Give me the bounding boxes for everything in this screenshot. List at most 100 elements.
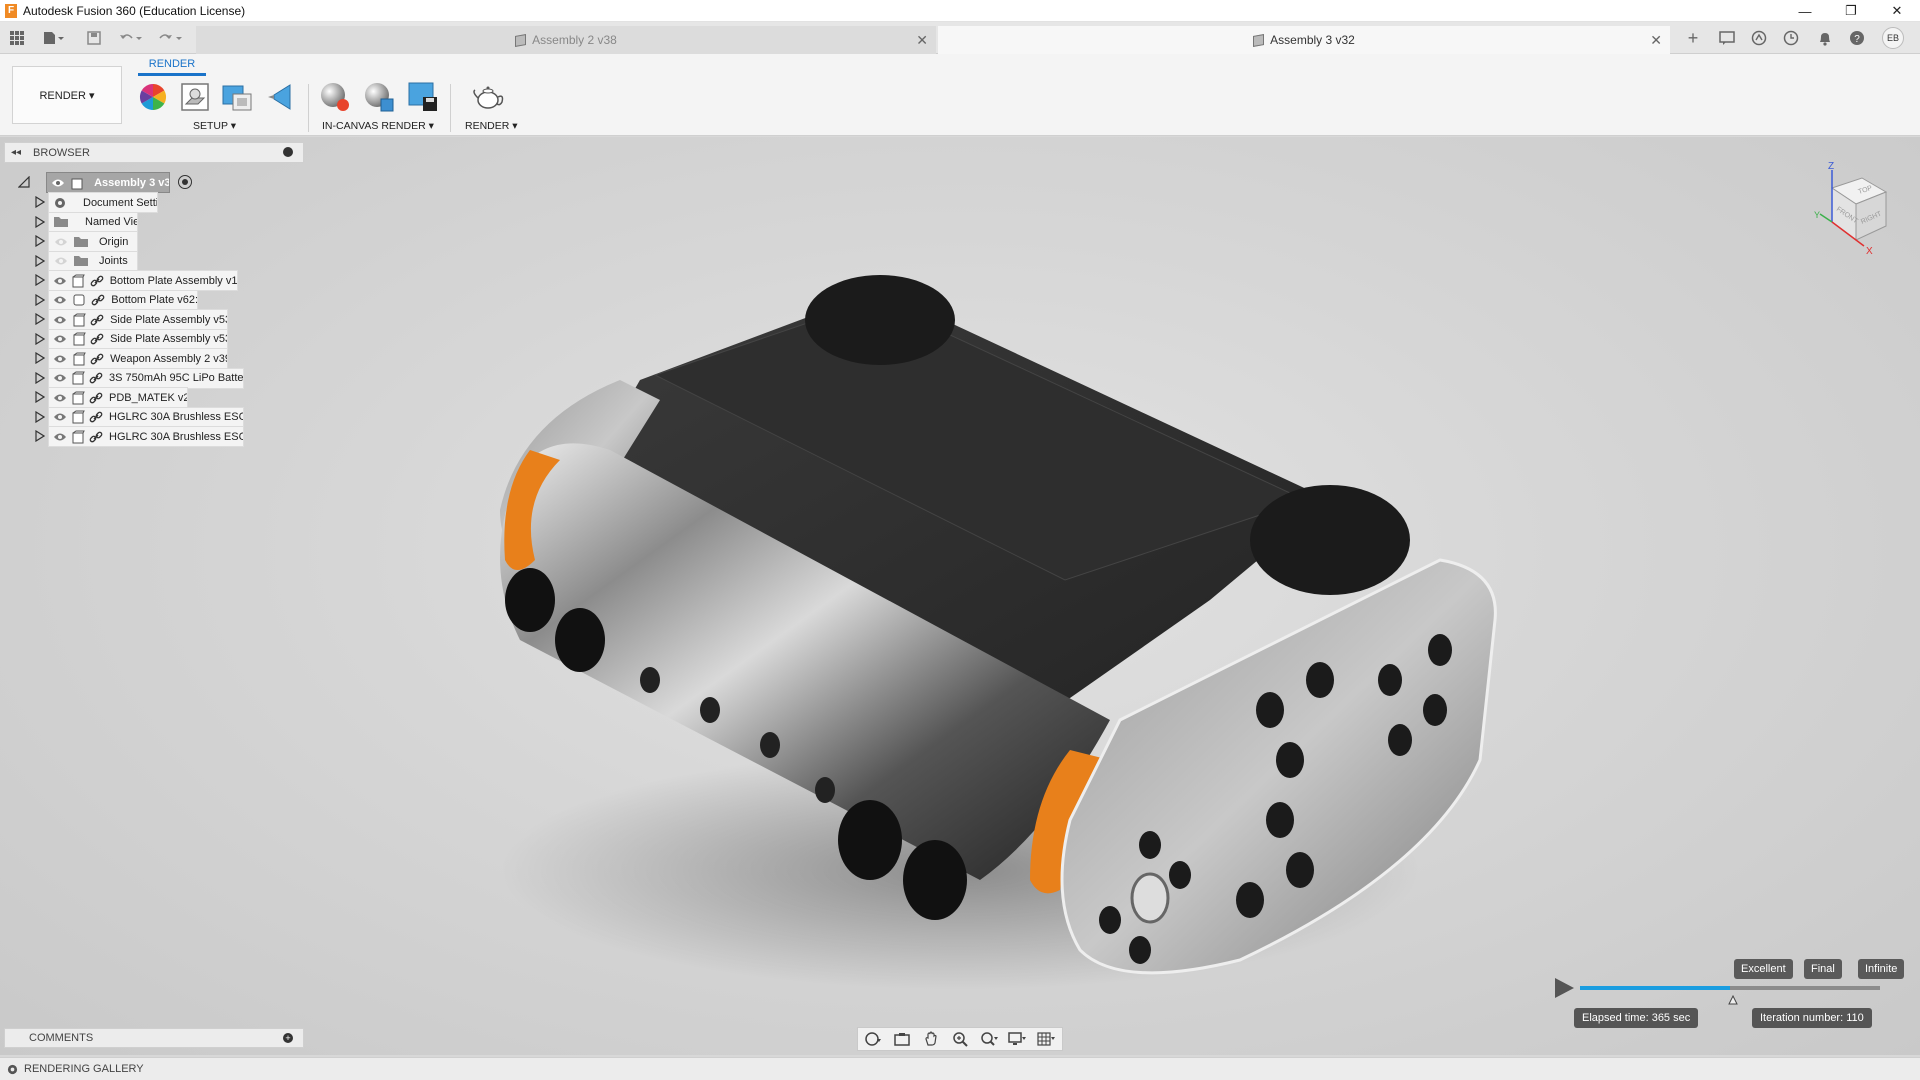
visibility-eye-icon[interactable] <box>53 370 67 386</box>
notifications-bell-icon[interactable] <box>1814 27 1836 49</box>
root-component-chip[interactable]: Assembly 3 v32 <box>46 172 170 193</box>
visibility-eye-icon[interactable] <box>53 312 67 328</box>
viewcube[interactable]: TOP FRONT RIGHT Z Y X <box>1804 158 1896 258</box>
quality-excellent-button[interactable]: Excellent <box>1734 959 1793 979</box>
visibility-eye-icon[interactable] <box>53 331 67 347</box>
render-teapot-icon[interactable] <box>472 80 506 114</box>
browser-node-chip[interactable]: Joints <box>48 250 138 272</box>
redo-icon[interactable] <box>156 27 186 49</box>
browser-pin-icon[interactable] <box>283 147 293 157</box>
tab-assembly-2[interactable]: Assembly 2 v38 ✕ <box>196 26 936 54</box>
render-progress-bar[interactable] <box>1580 986 1880 1005</box>
workspace-switcher-button[interactable]: RENDER ▾ <box>12 66 122 124</box>
browser-item-label: Bottom Plate v62:2 <box>111 294 197 306</box>
close-tab-icon[interactable]: ✕ <box>1650 32 1662 49</box>
expand-triangle-icon[interactable] <box>34 429 46 443</box>
grid-icon[interactable] <box>1037 1030 1057 1048</box>
data-panel-grid-icon[interactable] <box>6 27 28 49</box>
activate-radio-icon[interactable] <box>178 175 192 189</box>
save-icon[interactable] <box>84 27 104 49</box>
collapse-triangle-icon[interactable] <box>18 175 30 189</box>
setup-group-label[interactable]: SETUP ▾ <box>193 120 236 132</box>
decal-icon[interactable] <box>264 80 298 114</box>
expand-triangle-icon[interactable] <box>34 293 46 307</box>
tab-assembly-3[interactable]: Assembly 3 v32 ✕ <box>938 26 1670 54</box>
expand-triangle-icon[interactable] <box>34 351 46 365</box>
in-canvas-settings-icon[interactable] <box>362 80 396 114</box>
expand-triangle-icon[interactable] <box>34 371 46 385</box>
visibility-eye-icon[interactable] <box>51 175 66 191</box>
browser-node-chip[interactable]: Bottom Plate Assembly v14:1 <box>48 270 238 291</box>
quality-infinite-button[interactable]: Infinite <box>1858 959 1905 979</box>
file-menu-icon[interactable] <box>38 27 70 49</box>
tab-render[interactable]: RENDER <box>138 58 206 76</box>
expand-triangle-icon[interactable] <box>34 410 46 424</box>
appearance-icon[interactable] <box>136 80 170 114</box>
browser-node-chip[interactable]: 3S 750mAh 95C LiPo Battery ... <box>48 367 244 389</box>
browser-node-chip[interactable]: PDB_MATEK v2:1 <box>48 387 188 408</box>
visibility-eye-icon[interactable] <box>53 390 67 406</box>
job-status-icon[interactable] <box>1716 27 1738 49</box>
maximize-button[interactable]: ❐ <box>1828 0 1874 22</box>
capture-image-icon[interactable] <box>406 80 440 114</box>
clock-icon[interactable] <box>1780 27 1802 49</box>
browser-node-chip[interactable]: Side Plate Assembly v53:1 <box>48 309 228 330</box>
rendering-gallery-bar[interactable]: RENDERING GALLERY <box>0 1057 1920 1080</box>
help-icon[interactable]: ? <box>1846 27 1868 49</box>
gallery-settings-icon[interactable] <box>6 1063 18 1075</box>
pan-icon[interactable] <box>921 1030 941 1048</box>
expand-triangle-icon[interactable] <box>34 215 46 229</box>
close-tab-icon[interactable]: ✕ <box>916 32 928 49</box>
user-avatar[interactable]: EB <box>1880 27 1906 49</box>
browser-node-chip[interactable]: Side Plate Assembly v53:2 <box>48 328 228 350</box>
browser-node-chip[interactable]: Origin <box>48 231 138 252</box>
in-canvas-render-icon[interactable] <box>318 80 352 114</box>
browser-node-chip[interactable]: HGLRC 30A Brushless ESC v... <box>48 426 244 447</box>
fit-icon[interactable] <box>979 1030 999 1048</box>
browser-node-chip[interactable]: Named Views <box>48 211 138 233</box>
expand-triangle-icon[interactable] <box>34 195 46 209</box>
new-tab-plus-icon[interactable]: + <box>1682 27 1704 49</box>
play-render-button[interactable] <box>1552 976 1576 1000</box>
visibility-eye-icon[interactable] <box>53 429 67 445</box>
zoom-icon[interactable] <box>950 1030 970 1048</box>
expand-triangle-icon[interactable] <box>34 234 46 248</box>
in-canvas-render-group-label[interactable]: IN-CANVAS RENDER ▾ <box>322 120 434 132</box>
browser-node-chip[interactable]: Document Settings <box>48 192 158 213</box>
expand-triangle-icon[interactable] <box>34 390 46 404</box>
browser-header[interactable]: ◂◂ BROWSER <box>4 142 304 163</box>
add-comment-icon[interactable]: + <box>283 1033 293 1043</box>
toolbar-divider <box>308 84 309 132</box>
visibility-hidden-icon[interactable] <box>53 234 69 250</box>
visibility-eye-icon[interactable] <box>53 292 68 308</box>
minimize-button[interactable]: — <box>1782 0 1828 22</box>
browser-item-label: Bottom Plate Assembly v14:1 <box>109 274 237 287</box>
comments-panel[interactable]: COMMENTS + <box>4 1028 304 1048</box>
expand-triangle-icon[interactable] <box>34 273 46 287</box>
quality-final-button[interactable]: Final <box>1804 959 1842 979</box>
browser-node-chip[interactable]: Weapon Assembly 2 v39:1 <box>48 348 228 369</box>
scene-settings-icon[interactable] <box>178 80 212 114</box>
render-group-label[interactable]: RENDER ▾ <box>465 120 518 132</box>
collapse-arrows-icon[interactable]: ◂◂ <box>11 147 21 158</box>
look-at-icon[interactable] <box>892 1030 912 1048</box>
visibility-eye-icon[interactable] <box>53 273 67 289</box>
browser-panel: ◂◂ BROWSER Assembly 3 v32 Document Setti… <box>4 142 304 512</box>
visibility-eye-icon[interactable] <box>53 409 67 425</box>
expand-triangle-icon[interactable] <box>34 254 46 268</box>
visibility-eye-icon[interactable] <box>53 351 67 367</box>
expand-triangle-icon[interactable] <box>34 312 46 326</box>
undo-icon[interactable] <box>116 27 146 49</box>
browser-node-chip[interactable]: Bottom Plate v62:2 <box>48 289 198 311</box>
browser-node-chip[interactable]: HGLRC 30A Brushless ESC v... <box>48 406 244 428</box>
close-button[interactable]: ✕ <box>1874 0 1920 22</box>
orbit-icon[interactable] <box>863 1030 883 1048</box>
display-settings-icon[interactable] <box>1008 1030 1028 1048</box>
extensions-icon[interactable] <box>1748 27 1770 49</box>
texture-map-icon[interactable] <box>220 80 254 114</box>
progress-marker-icon[interactable] <box>1728 994 1738 1008</box>
browser-item-label: Origin <box>99 235 129 248</box>
folder-icon <box>73 234 89 250</box>
visibility-hidden-icon[interactable] <box>53 253 69 269</box>
expand-triangle-icon[interactable] <box>34 332 46 346</box>
